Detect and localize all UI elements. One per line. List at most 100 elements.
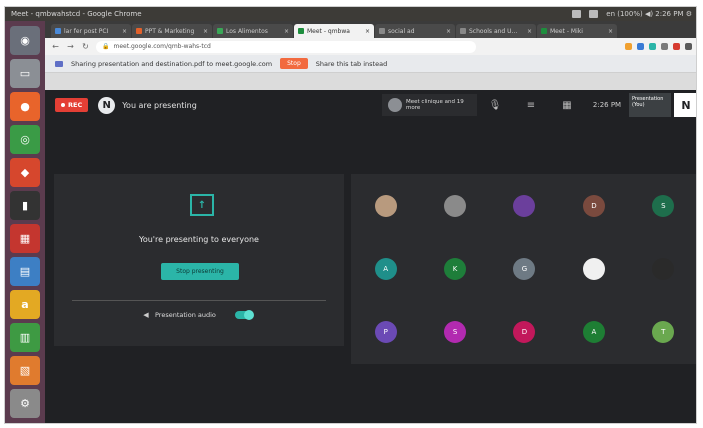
stop-presenting-button[interactable]: Stop presenting [161, 263, 239, 280]
back-button[interactable]: ← [51, 42, 60, 51]
self-view-tile[interactable]: N [674, 93, 696, 117]
present-screen-icon: ↑ [190, 194, 214, 216]
url-text: meet.google.com/qmb-wahs-tcd [113, 43, 211, 50]
browser-tab[interactable]: Meet - Miki × [537, 24, 617, 38]
app-grid-icon[interactable]: ▦ [10, 224, 40, 253]
settings-icon[interactable]: ⚙ [10, 389, 40, 418]
participant-avatar[interactable]: A [374, 257, 397, 280]
extension-icon[interactable] [637, 43, 644, 50]
chat-icon[interactable]: ▦ [549, 90, 585, 120]
tab-label: Meet - Miki [550, 27, 583, 35]
infobar-text: Sharing presentation and destination.pdf… [71, 59, 273, 68]
firefox-icon[interactable]: ● [10, 92, 40, 121]
speaker-icon: ◀ [143, 311, 149, 319]
favicon-icon [460, 28, 466, 34]
participant-avatar[interactable]: G [513, 257, 536, 280]
browser-tab[interactable]: social ad × [375, 24, 455, 38]
menu-icon[interactable] [685, 43, 692, 50]
launcher: ◉ ▭ ● ◎ ◆ ▮ ▦ ▤ a ▥ ▧ ⚙ [5, 21, 45, 423]
participant-avatar[interactable]: K [444, 257, 467, 280]
recording-badge: REC [55, 98, 89, 112]
battery-icon[interactable] [589, 10, 599, 18]
browser-tab[interactable]: Los Alimentos × [213, 24, 293, 38]
participant-avatar[interactable] [582, 257, 605, 280]
window-title: Meet - qmbwahstcd - Google Chrome [11, 10, 142, 18]
tab-label: social ad [388, 27, 415, 35]
close-tab-icon[interactable]: × [446, 28, 451, 35]
screen-share-icon [55, 60, 63, 67]
software-center-icon[interactable]: ◆ [10, 158, 40, 187]
participant-avatar[interactable]: D [582, 194, 605, 217]
favicon-icon [136, 28, 142, 34]
browser-tab[interactable]: PPT & Marketing × [132, 24, 212, 38]
presentation-tile[interactable]: Presentation (You) [629, 93, 671, 117]
participant-avatar[interactable] [513, 194, 536, 217]
extension-icon[interactable] [625, 43, 632, 50]
extension-icon[interactable] [673, 43, 680, 50]
lock-icon: 🔒 [102, 43, 110, 50]
system-tray[interactable]: en (100%) ◀) 2:26 PM ⚙ [572, 10, 692, 18]
presenter-avatar: N [98, 96, 116, 114]
browser-tab[interactable]: lar fer post PCI × [51, 24, 131, 38]
favicon-icon [55, 28, 61, 34]
close-tab-icon[interactable]: × [203, 28, 208, 35]
dash-icon[interactable]: ◉ [10, 26, 40, 55]
presenting-message: You're presenting to everyone [139, 235, 259, 244]
calc-icon[interactable]: ▥ [10, 323, 40, 352]
writer-icon[interactable]: ▤ [10, 257, 40, 286]
captions-icon[interactable]: ≡ [513, 90, 549, 120]
participant-avatar[interactable]: P [374, 321, 397, 344]
participant-avatar[interactable]: T [652, 321, 675, 344]
reload-button[interactable]: ↻ [81, 42, 90, 51]
participant-grid: D S A K G P S D A T [351, 174, 696, 364]
close-tab-icon[interactable]: × [608, 28, 613, 35]
microphone-icon[interactable]: 🎙 [477, 90, 513, 120]
tab-label: Meet - qmbwa [307, 27, 350, 35]
extension-icon[interactable] [661, 43, 668, 50]
browser-chrome: lar fer post PCI × PPT & Marketing × Los Ali… [45, 21, 696, 90]
close-tab-icon[interactable]: × [527, 28, 532, 35]
presentation-audio-toggle[interactable] [234, 310, 254, 320]
close-tab-icon[interactable]: × [122, 28, 127, 35]
forward-button[interactable]: → [66, 42, 75, 51]
os-top-bar: Meet - qmbwahstcd - Google Chrome en (10… [5, 7, 696, 21]
chrome-icon[interactable]: ◎ [10, 125, 40, 154]
favicon-icon [298, 28, 304, 34]
tab-strip: lar fer post PCI × PPT & Marketing × Los Ali… [45, 21, 696, 38]
files-icon[interactable]: ▭ [10, 59, 40, 88]
amazon-icon[interactable]: a [10, 290, 40, 319]
share-this-tab-button[interactable]: Share this tab instead [316, 60, 387, 68]
participant-avatar[interactable]: S [652, 194, 675, 217]
close-tab-icon[interactable]: × [284, 28, 289, 35]
participants-chip-text: Meet clinique and 19 more [406, 99, 464, 111]
meeting-clock: 2:26 PM [592, 101, 622, 109]
stop-sharing-button[interactable]: Stop [280, 58, 308, 69]
participant-avatar[interactable] [374, 194, 397, 217]
toggle-knob[interactable] [243, 310, 254, 320]
address-bar[interactable]: 🔒 meet.google.com/qmb-wahs-tcd [96, 40, 476, 53]
participant-avatar[interactable]: S [444, 321, 467, 344]
extension-icon[interactable] [649, 43, 656, 50]
participants-chip[interactable]: Meet clinique and 19 more [382, 94, 477, 116]
participant-avatar[interactable] [652, 257, 675, 280]
terminal-icon[interactable]: ▮ [10, 191, 40, 220]
browser-tab[interactable]: Schools and U... × [456, 24, 536, 38]
divider [72, 300, 326, 301]
meet-controls: Meet clinique and 19 more 🎙 ≡ ▦ 2:26 PM … [382, 90, 696, 120]
impress-icon[interactable]: ▧ [10, 356, 40, 385]
extensions [625, 43, 692, 50]
participant-avatar[interactable]: D [513, 321, 536, 344]
tab-label: Los Alimentos [226, 27, 268, 35]
meet-call: REC N You are presenting Meet clinique a… [45, 90, 696, 423]
favicon-icon [217, 28, 223, 34]
avatar [388, 98, 402, 112]
tray-status[interactable]: en (100%) ◀) 2:26 PM ⚙ [606, 10, 692, 18]
rec-label: REC [68, 101, 83, 109]
close-tab-icon[interactable]: × [365, 28, 370, 35]
keyboard-icon[interactable] [572, 10, 582, 18]
participant-avatar[interactable] [444, 194, 467, 217]
browser-tab[interactable]: Meet - qmbwa × [294, 24, 374, 38]
participant-avatar[interactable]: A [582, 321, 605, 344]
tab-label: PPT & Marketing [145, 27, 195, 35]
presenting-label: You are presenting [122, 100, 197, 110]
